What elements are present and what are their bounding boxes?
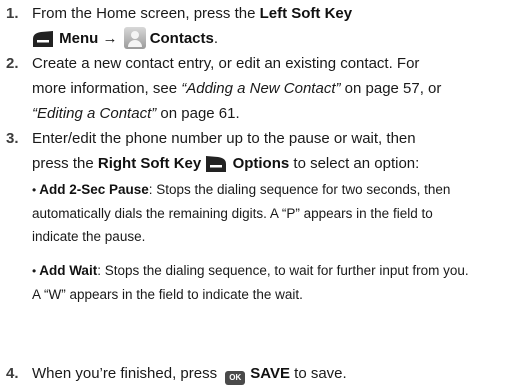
bullet-icon: • bbox=[32, 183, 37, 197]
step-number: 3. bbox=[6, 130, 19, 147]
step-number: 4. bbox=[6, 365, 19, 382]
bullet-add-wait: • Add Wait: Stops the dialing sequence, t… bbox=[32, 263, 469, 302]
step-number: 1. bbox=[6, 5, 19, 22]
bullet-term: Add Wait bbox=[39, 263, 98, 278]
ok-key-icon: OK bbox=[225, 371, 246, 385]
menu-label: Menu bbox=[59, 30, 99, 47]
save-label: SAVE bbox=[250, 365, 290, 382]
step-text: From the Home screen, press the bbox=[32, 5, 260, 22]
step-text: Create a new contact entry, or edit an e… bbox=[32, 55, 420, 72]
step-text: When you’re finished, press bbox=[32, 365, 222, 382]
contacts-label: Contacts bbox=[149, 30, 214, 47]
bullet-term: Add 2-Sec Pause bbox=[39, 182, 149, 197]
step-number: 2. bbox=[6, 55, 19, 72]
left-soft-key-label: Left Soft Key bbox=[259, 5, 353, 22]
bullet-icon: • bbox=[32, 264, 37, 278]
cross-reference-adding-contact: “Adding a New Contact” bbox=[181, 80, 341, 97]
contacts-icon bbox=[123, 27, 146, 49]
options-label: Options bbox=[232, 155, 290, 172]
right-soft-key-icon bbox=[206, 156, 227, 172]
left-soft-key-icon bbox=[33, 31, 53, 47]
arrow-glyph: → bbox=[102, 30, 118, 47]
step-text: Enter/edit the phone number up to the pa… bbox=[32, 130, 416, 147]
bullet-add-2-sec-pause: • Add 2-Sec Pause: Stops the dialing sequ… bbox=[32, 182, 451, 244]
right-soft-key-label: Right Soft Key bbox=[97, 155, 202, 172]
cross-reference-editing-contact: “Editing a Contact” bbox=[32, 105, 157, 122]
instruction-page: 1. From the Home screen, press the Left … bbox=[0, 0, 527, 389]
